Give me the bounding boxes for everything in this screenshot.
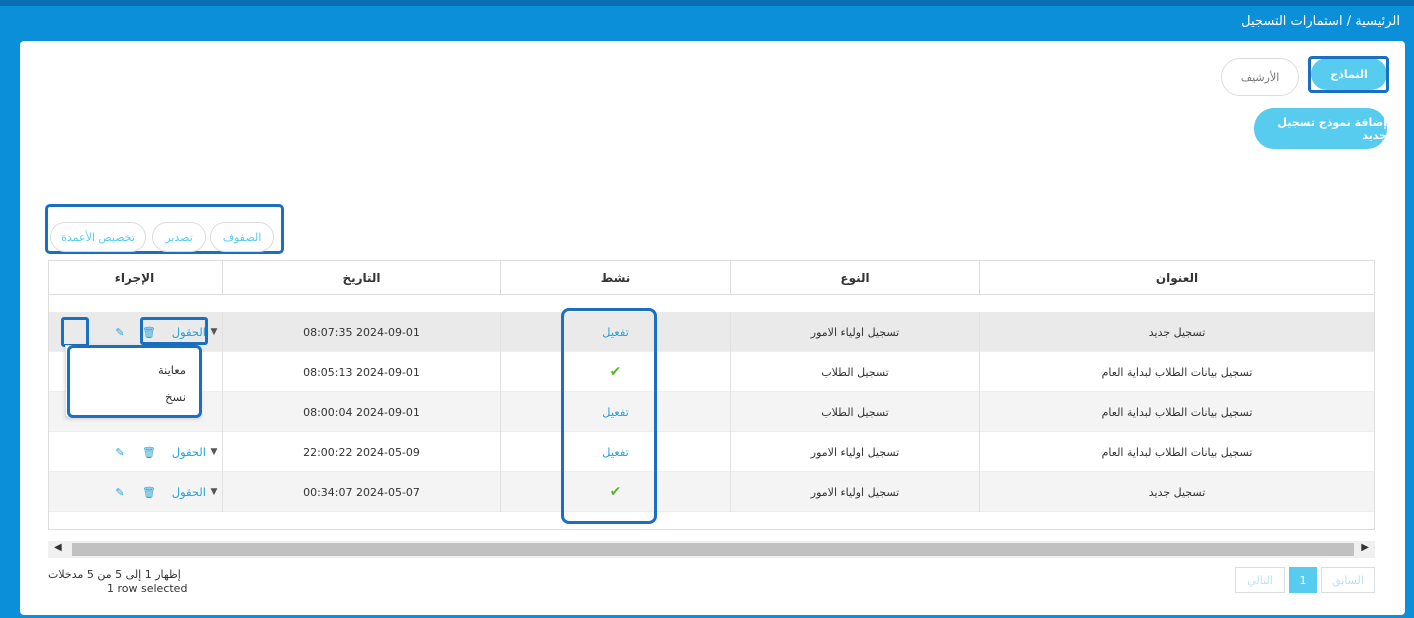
- caret-down-icon[interactable]: ▼: [206, 447, 222, 457]
- page-1-button[interactable]: 1: [1289, 567, 1317, 593]
- fields-link[interactable]: الحقول: [170, 485, 206, 499]
- table-header: العنوان النوع نشط التاريخ الإجراء: [49, 261, 1374, 295]
- cell-title: تسجيل جديد: [979, 472, 1374, 512]
- caret-down-icon[interactable]: ▼: [206, 327, 222, 337]
- breadcrumb-text: الرئيسية / استمارات التسجيل: [1241, 14, 1400, 29]
- cell-date: 2024-05-07 00:34:07: [222, 472, 500, 512]
- table-row[interactable]: تسجيل بيانات الطلاب لبداية العام تسجيل ا…: [49, 432, 1374, 472]
- customize-columns-button[interactable]: تخصيص الأعمدة: [50, 222, 146, 252]
- cell-type: تسجيل الطلاب: [730, 352, 979, 392]
- cell-date: 2024-09-01 08:00:04: [222, 392, 500, 432]
- breadcrumb: الرئيسية / استمارات التسجيل: [0, 6, 1414, 40]
- table-info: إظهار 1 إلى 5 من 5 مدخلات 1 row selected: [48, 568, 188, 596]
- previous-page-button[interactable]: السابق: [1321, 567, 1375, 593]
- showing-entries-text: إظهار 1 إلى 5 من 5 مدخلات: [48, 568, 181, 581]
- pagination: السابق 1 التالي: [1235, 567, 1375, 593]
- arrow-left-icon[interactable]: ◀: [54, 542, 62, 553]
- next-page-button[interactable]: التالي: [1235, 567, 1285, 593]
- arrow-right-icon[interactable]: ▶: [1361, 542, 1369, 553]
- cell-type: تسجيل اولياء الامور: [730, 432, 979, 472]
- cell-actions: ▼ الحقول 🗑 ✎: [47, 472, 222, 512]
- header-action: الإجراء: [114, 271, 155, 285]
- edit-icon[interactable]: ✎: [114, 326, 126, 339]
- action-icons-highlight: [140, 317, 208, 345]
- table-row[interactable]: تسجيل جديد تسجيل اولياء الامور تفعيل 202…: [49, 312, 1374, 352]
- active-column-highlight: [561, 308, 657, 524]
- header-date[interactable]: التاريخ: [222, 261, 500, 295]
- templates-highlight: [1308, 56, 1389, 93]
- rows-button[interactable]: الصفوف: [210, 222, 274, 252]
- header-type[interactable]: النوع: [730, 261, 979, 295]
- fields-link[interactable]: الحقول: [170, 445, 206, 459]
- rows-selected-text: 1 row selected: [107, 582, 188, 595]
- header-active[interactable]: نشط: [500, 261, 730, 295]
- trash-icon[interactable]: 🗑: [142, 446, 156, 459]
- table-row[interactable]: تسجيل بيانات الطلاب لبداية العام تسجيل ا…: [49, 352, 1374, 392]
- scrollbar-thumb[interactable]: [72, 543, 1354, 556]
- cell-title: تسجيل بيانات الطلاب لبداية العام: [979, 352, 1374, 392]
- table-row[interactable]: تسجيل جديد تسجيل اولياء الامور ✔ 2024-05…: [49, 472, 1374, 512]
- edit-icon[interactable]: ✎: [114, 446, 126, 459]
- trash-icon[interactable]: 🗑: [142, 486, 156, 499]
- table-row[interactable]: تسجيل بيانات الطلاب لبداية العام تسجيل ا…: [49, 392, 1374, 432]
- header-title[interactable]: العنوان: [979, 261, 1374, 295]
- cell-type: تسجيل اولياء الامور: [730, 472, 979, 512]
- add-registration-template-button[interactable]: إضافة نموذج تسجيل جديد: [1254, 108, 1387, 149]
- edit-icon[interactable]: ✎: [114, 486, 126, 499]
- tab-archive[interactable]: الأرشيف: [1221, 58, 1299, 96]
- cell-type: تسجيل اولياء الامور: [730, 312, 979, 352]
- cell-title: تسجيل بيانات الطلاب لبداية العام: [979, 392, 1374, 432]
- cell-date: 2024-09-01 08:07:35: [222, 312, 500, 352]
- cell-type: تسجيل الطلاب: [730, 392, 979, 432]
- cell-date: 2024-09-01 08:05:13: [222, 352, 500, 392]
- cell-actions: ▼ الحقول 🗑 ✎: [47, 432, 222, 472]
- cell-title: تسجيل بيانات الطلاب لبداية العام: [979, 432, 1374, 472]
- cell-date: 2024-05-09 22:00:22: [222, 432, 500, 472]
- export-button[interactable]: تصدير: [152, 222, 206, 252]
- horizontal-scrollbar[interactable]: ◀ ▶: [48, 541, 1375, 558]
- cell-title: تسجيل جديد: [979, 312, 1374, 352]
- caret-down-icon[interactable]: ▼: [206, 487, 222, 497]
- dropdown-highlight: [67, 345, 202, 418]
- main-card: النماذج الأرشيف إضافة نموذج تسجيل جديد ا…: [20, 41, 1405, 615]
- forms-table: العنوان النوع نشط التاريخ الإجراء تسجيل …: [48, 260, 1375, 530]
- dropdown-toggle-highlight: [61, 317, 89, 347]
